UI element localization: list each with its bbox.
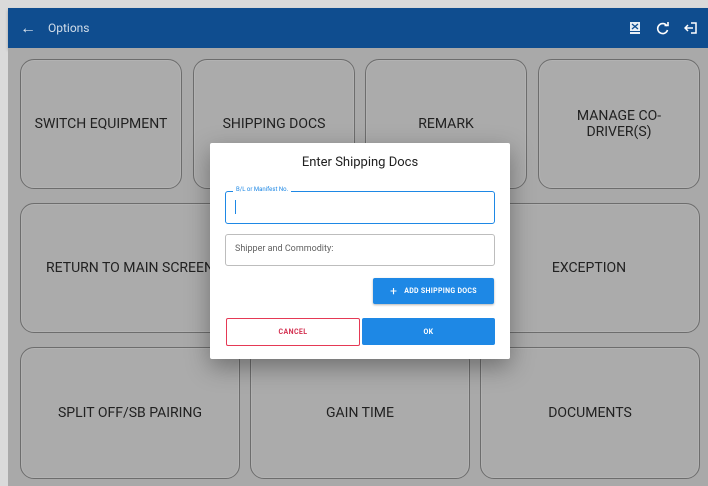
shipper-commodity-placeholder: Shipper and Commodity:: [235, 244, 334, 254]
cancel-label: CANCEL: [278, 328, 308, 336]
cancel-button[interactable]: CANCEL: [226, 318, 360, 346]
logout-icon[interactable]: [682, 19, 700, 37]
ok-button[interactable]: OK: [362, 318, 495, 345]
app-bar: ← Options: [8, 8, 708, 48]
ok-label: OK: [423, 327, 434, 336]
text-cursor: [235, 200, 236, 214]
add-shipping-docs-label: ADD SHIPPING DOCS: [404, 287, 477, 295]
plus-icon: +: [390, 284, 398, 298]
export-icon[interactable]: [626, 19, 644, 37]
shipping-docs-dialog: Enter Shipping Docs B/L or Manifest No. …: [210, 143, 510, 359]
refresh-icon[interactable]: [654, 19, 672, 37]
back-arrow-icon[interactable]: ←: [8, 18, 48, 38]
add-shipping-docs-button[interactable]: + ADD SHIPPING DOCS: [373, 278, 494, 304]
shipper-commodity-input[interactable]: Shipper and Commodity:: [225, 234, 495, 266]
bl-manifest-input[interactable]: B/L or Manifest No.: [225, 186, 495, 224]
appbar-actions: [626, 19, 700, 37]
page-title: Options: [48, 21, 90, 35]
dialog-title: Enter Shipping Docs: [301, 155, 419, 170]
bl-manifest-label: B/L or Manifest No.: [233, 186, 292, 193]
app-frame: ← Options SWITCH EQUIPMENT SHIPPING DOCS…: [0, 0, 708, 486]
